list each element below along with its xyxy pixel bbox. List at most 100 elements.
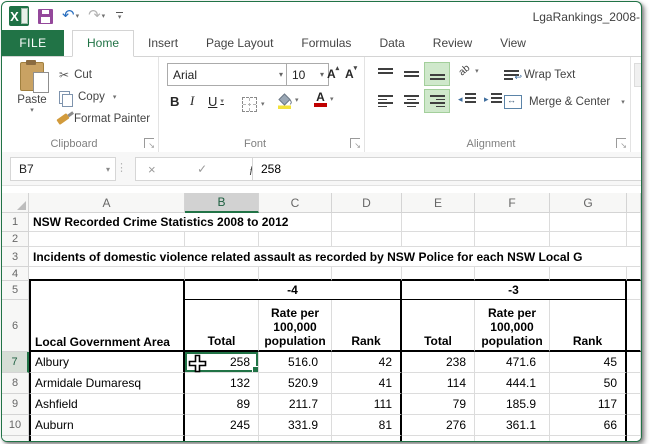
- cell-g9[interactable]: 117: [550, 394, 627, 415]
- cell-a1[interactable]: NSW Recorded Crime Statistics 2008 to 20…: [29, 213, 332, 232]
- tab-home[interactable]: Home: [72, 30, 135, 57]
- cell-d6[interactable]: Rank: [332, 300, 402, 352]
- cell-b5-group-minus4[interactable]: -4: [185, 281, 402, 300]
- cell-b10[interactable]: 245: [185, 415, 259, 436]
- cell-g11[interactable]: 71: [550, 436, 627, 441]
- column-header-b[interactable]: B: [185, 193, 259, 213]
- cell-e9[interactable]: 79: [402, 394, 475, 415]
- column-header-d[interactable]: D: [332, 193, 402, 213]
- copy-button[interactable]: Copy: [59, 87, 116, 107]
- font-color-button[interactable]: A ▾: [314, 89, 334, 109]
- bold-button[interactable]: B: [170, 91, 179, 111]
- cell-f1[interactable]: [475, 213, 550, 232]
- cell-f7[interactable]: 471.6: [475, 352, 550, 373]
- undo-button[interactable]: ↶ ▾: [62, 8, 79, 23]
- align-right-button[interactable]: [424, 89, 450, 113]
- cell-b6[interactable]: Total: [185, 300, 259, 352]
- cell-d8[interactable]: 41: [332, 373, 402, 394]
- cell-h9[interactable]: [627, 394, 641, 415]
- select-all-corner[interactable]: [2, 193, 29, 213]
- cell-a2[interactable]: [29, 232, 185, 247]
- paste-button[interactable]: Paste ▾: [10, 60, 54, 114]
- italic-button[interactable]: I: [190, 91, 194, 111]
- cell-g10[interactable]: 66: [550, 415, 627, 436]
- cell-a11[interactable]: Ballina: [29, 436, 185, 441]
- cell-e11[interactable]: 147: [402, 436, 475, 441]
- font-name-combo[interactable]: Arial ▾: [167, 63, 288, 86]
- alignment-dialog-launcher-icon[interactable]: ↘: [616, 138, 627, 150]
- shrink-font-button[interactable]: A▾: [345, 64, 357, 84]
- cell-f11[interactable]: 346.8: [475, 436, 550, 441]
- row-header-3[interactable]: 3: [2, 247, 29, 267]
- cell-b2[interactable]: [185, 232, 259, 247]
- tab-insert[interactable]: Insert: [134, 31, 192, 56]
- redo-button[interactable]: ↷ ▾: [88, 8, 105, 23]
- decrease-indent-button[interactable]: ◂: [458, 93, 476, 105]
- formula-input[interactable]: 258: [252, 157, 641, 181]
- cell-e10[interactable]: 276: [402, 415, 475, 436]
- cell-d4[interactable]: [332, 267, 402, 281]
- cell-h7[interactable]: [627, 352, 641, 373]
- cell-b9[interactable]: 89: [185, 394, 259, 415]
- column-header-f[interactable]: F: [475, 193, 550, 213]
- cell-g8[interactable]: 50: [550, 373, 627, 394]
- cell-f2[interactable]: [475, 232, 550, 247]
- merge-center-button[interactable]: Merge & Center ▾: [504, 92, 625, 112]
- column-header-c[interactable]: C: [259, 193, 332, 213]
- cell-h8[interactable]: [627, 373, 641, 394]
- cell-c8[interactable]: 520.9: [259, 373, 332, 394]
- save-icon[interactable]: [38, 8, 53, 24]
- cell-e5-group-minus3[interactable]: -3: [402, 281, 627, 300]
- row-header-1[interactable]: 1: [2, 213, 29, 232]
- cell-e4[interactable]: [402, 267, 475, 281]
- row-header-10[interactable]: 10: [2, 415, 29, 436]
- cell-d9[interactable]: 111: [332, 394, 402, 415]
- cell-h2[interactable]: [627, 232, 641, 247]
- cell-d7[interactable]: 42: [332, 352, 402, 373]
- name-box[interactable]: B7 ▾: [10, 157, 116, 181]
- cell-c6[interactable]: Rate per 100,000 population: [259, 300, 332, 352]
- customize-quick-access-icon[interactable]: ▾: [116, 12, 124, 21]
- tab-data[interactable]: Data: [365, 31, 418, 56]
- row-header-4[interactable]: 4: [2, 267, 29, 281]
- bottom-align-button[interactable]: [424, 62, 450, 86]
- cell-a4[interactable]: [29, 267, 185, 281]
- cell-f9[interactable]: 185.9: [475, 394, 550, 415]
- cell-f4[interactable]: [475, 267, 550, 281]
- row-header-2[interactable]: 2: [2, 232, 29, 247]
- font-dialog-launcher-icon[interactable]: ↘: [350, 138, 361, 150]
- align-left-button[interactable]: [372, 89, 398, 113]
- cell-h5[interactable]: [627, 281, 641, 300]
- cell-b4[interactable]: [185, 267, 259, 281]
- cell-a8[interactable]: Armidale Dumaresq: [29, 373, 185, 394]
- tab-formulas[interactable]: Formulas: [287, 31, 365, 56]
- column-header-e[interactable]: E: [402, 193, 475, 213]
- cell-g6[interactable]: Rank: [550, 300, 627, 352]
- cell-c4[interactable]: [259, 267, 332, 281]
- cut-button[interactable]: ✂ Cut: [59, 65, 92, 85]
- column-header-partial[interactable]: [627, 193, 641, 213]
- row-header-9[interactable]: 9: [2, 394, 29, 415]
- cell-h4[interactable]: [627, 267, 641, 281]
- top-align-button[interactable]: [372, 62, 398, 86]
- cell-e2[interactable]: [402, 232, 475, 247]
- center-button[interactable]: [398, 89, 424, 113]
- cell-a10[interactable]: Auburn: [29, 415, 185, 436]
- row-header-11[interactable]: 11: [2, 436, 29, 441]
- row-header-7[interactable]: 7: [2, 352, 29, 373]
- fill-color-button[interactable]: ▾: [276, 90, 299, 110]
- cell-a3[interactable]: Incidents of domestic violence related a…: [29, 247, 641, 267]
- cell-c9[interactable]: 211.7: [259, 394, 332, 415]
- tab-review[interactable]: Review: [419, 31, 486, 56]
- cell-d11[interactable]: 99: [332, 436, 402, 441]
- cell-g1[interactable]: [550, 213, 627, 232]
- cell-c2[interactable]: [259, 232, 332, 247]
- cancel-icon[interactable]: ×: [148, 162, 156, 177]
- column-header-g[interactable]: G: [550, 193, 627, 213]
- orientation-button[interactable]: ab ▾: [457, 63, 479, 79]
- cell-h6[interactable]: [627, 300, 641, 352]
- cell-a7[interactable]: Albury: [29, 352, 185, 373]
- underline-button[interactable]: U: [208, 91, 224, 111]
- cell-d1[interactable]: [332, 213, 402, 232]
- wrap-text-button[interactable]: ↩ Wrap Text: [504, 65, 575, 85]
